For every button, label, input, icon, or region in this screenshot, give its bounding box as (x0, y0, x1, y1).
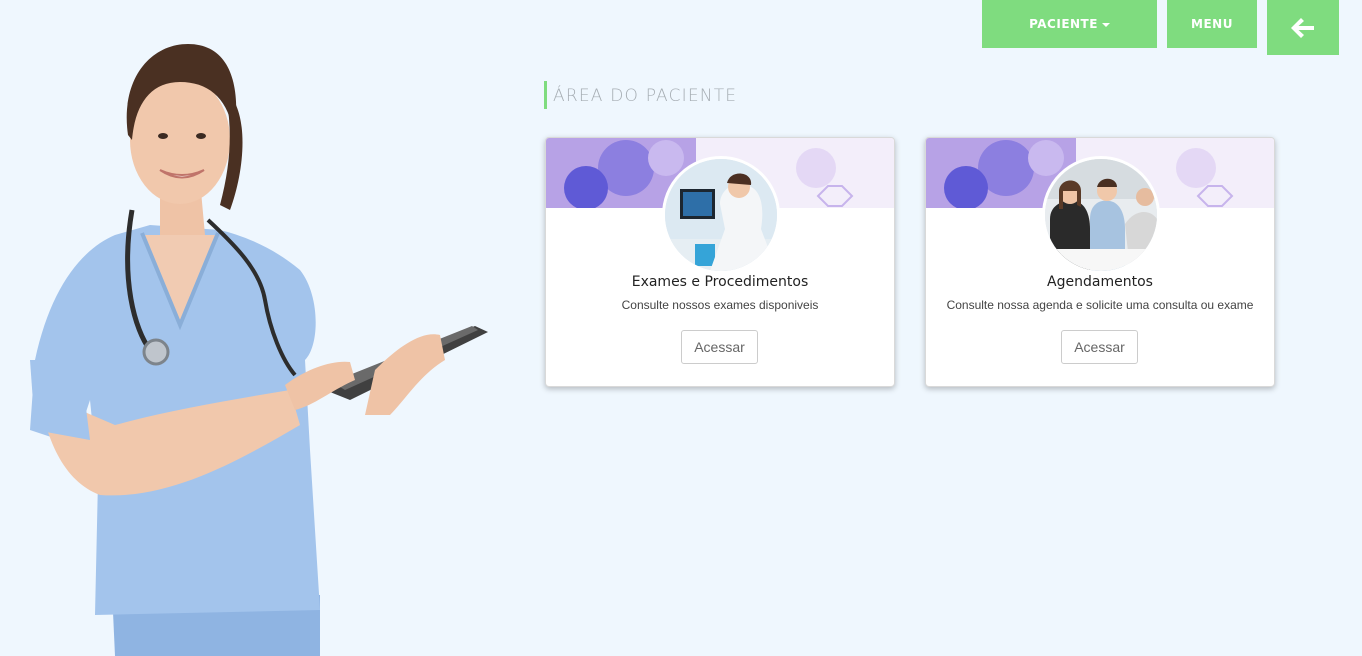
card-title: Agendamentos (1047, 274, 1153, 290)
card-agendamentos: Agendamentos Consulte nossa agenda e sol… (925, 137, 1275, 387)
paciente-label: PACIENTE (1029, 17, 1098, 31)
arrow-left-icon (1291, 17, 1314, 38)
card-exames: Exames e Procedimentos Consulte nossos e… (545, 137, 895, 387)
appointment-meeting-avatar (1042, 156, 1160, 274)
menu-button[interactable]: MENU (1167, 0, 1257, 48)
card-description: Consulte nossa agenda e solicite uma con… (946, 298, 1254, 312)
caret-down-icon (1101, 23, 1110, 27)
card-description: Consulte nossos exames disponiveis (621, 298, 819, 312)
acessar-exames-button[interactable]: Acessar (681, 330, 758, 364)
card-title: Exames e Procedimentos (631, 274, 809, 290)
paciente-dropdown-button[interactable]: PACIENTE (982, 0, 1157, 48)
menu-label: MENU (1191, 17, 1233, 31)
nurse-illustration (30, 44, 488, 656)
back-button[interactable] (1267, 0, 1339, 55)
lab-scientist-avatar (662, 156, 780, 274)
acessar-agendamentos-button[interactable]: Acessar (1061, 330, 1138, 364)
page-title: ÁREA DO PACIENTE (544, 81, 737, 109)
